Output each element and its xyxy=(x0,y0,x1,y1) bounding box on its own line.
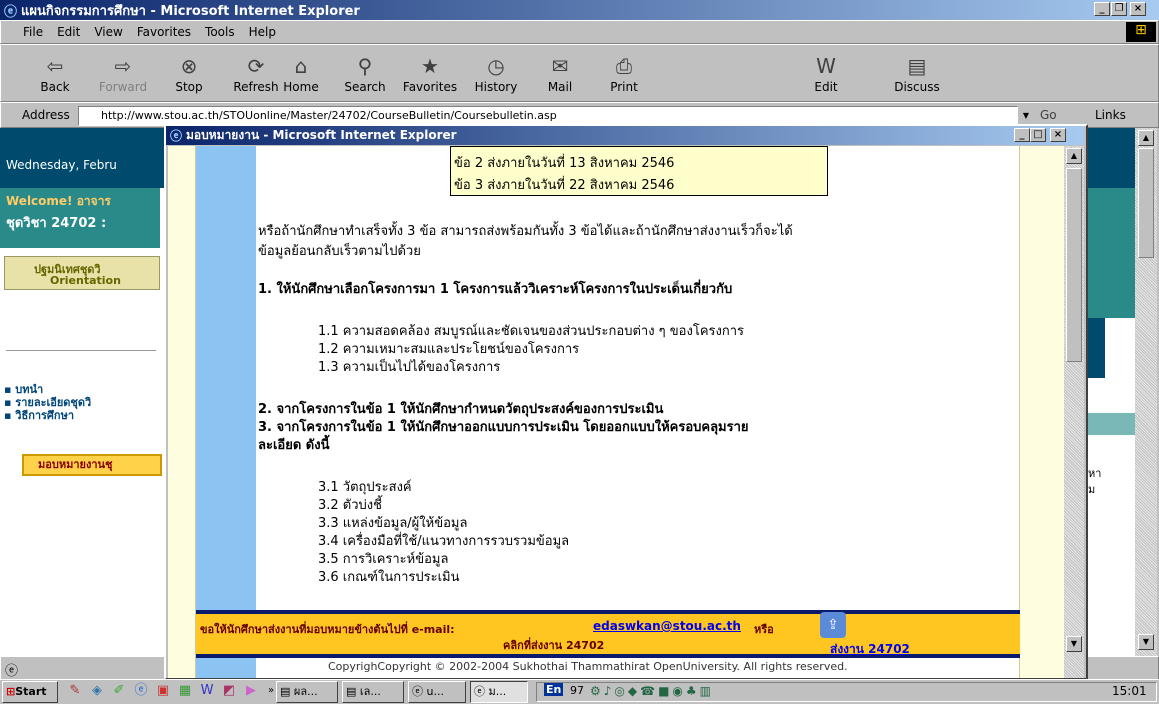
banner-text-1: ขอให้นักศึกษาส่งงานที่มอบหมายข้างต้นไปที… xyxy=(200,623,455,636)
tray-icons[interactable]: ⚙♪◎◆☎■◉♣▥ xyxy=(590,684,714,698)
bg-right-text-2: ม xyxy=(1088,483,1096,496)
main-scroll-up[interactable]: ▲ xyxy=(1138,130,1154,146)
tray-number: 97 xyxy=(570,684,584,697)
stop-button[interactable]: ⊗ Stop xyxy=(159,54,219,94)
q1-item-3: 1.3 ความเป็นไปได้ของโครงการ xyxy=(318,360,501,375)
search-icon: ⚲ xyxy=(357,54,373,78)
bg-orientation-en: Orientation xyxy=(50,274,121,287)
quicklaunch-icon-2[interactable]: ◈ xyxy=(88,682,106,700)
banner-text-2: หรือ xyxy=(754,623,774,636)
home-icon: ⌂ xyxy=(294,54,308,78)
windows-flag-icon: ⊞ xyxy=(6,685,16,698)
address-dropdown-icon[interactable]: ▼ xyxy=(1018,106,1034,126)
status-ie-icon: ⓔ xyxy=(5,664,19,679)
menu-file[interactable]: File xyxy=(23,21,43,43)
show-desktop-icon[interactable]: ✎ xyxy=(66,682,84,700)
favorites-button[interactable]: ★ Favorites xyxy=(400,54,460,94)
menu-view[interactable]: View xyxy=(94,21,122,43)
bg-date: Wednesday, Febru xyxy=(6,158,117,172)
printer-icon: ⎙ xyxy=(616,54,632,78)
home-button[interactable]: ⌂ Home xyxy=(273,54,329,94)
menu-help[interactable]: Help xyxy=(249,21,276,43)
media-icon[interactable]: ▶ xyxy=(242,682,260,700)
main-title-bar: ⓔ แผนกิจกรรมการศึกษา - Microsoft Interne… xyxy=(0,0,1159,20)
para-line-2: ข้อมูลย้อนกลับเร็วตามไปด้วย xyxy=(258,244,421,259)
go-button[interactable]: Go xyxy=(1040,108,1057,122)
maximize-button[interactable]: ❐ xyxy=(1111,2,1127,16)
q3-item-6: 3.6 เกณฑ์ในการประเมิน xyxy=(318,570,460,585)
links-button[interactable]: Links xyxy=(1095,108,1126,122)
task-button-1[interactable]: ▤ ผล... xyxy=(276,681,338,703)
question-1: 1. ให้นักศึกษาเลือกโครงการมา 1 โครงการแล… xyxy=(258,282,733,297)
powerpoint-icon[interactable]: ▣ xyxy=(154,682,172,700)
close-button[interactable]: × xyxy=(1130,2,1146,16)
deadline-line-2: ข้อ 2 ส่งภายในวันที่ 13 สิงหาคม 2546 xyxy=(454,156,675,171)
para-line-1: หรือถ้านักศึกษาทำเสร็จทั้ง 3 ข้อ สามารถส… xyxy=(258,224,793,239)
send-work-icon[interactable]: ⇪ xyxy=(820,612,846,638)
ie-icon: ⓔ xyxy=(4,4,18,20)
popup-minimize-button[interactable]: _ xyxy=(1014,128,1030,142)
language-indicator[interactable]: En xyxy=(544,683,564,696)
popup-ie-icon: ⓔ xyxy=(170,129,183,143)
bg-assign-button[interactable]: มอบหมายงานชุ xyxy=(22,454,162,476)
edit-button[interactable]: W Edit xyxy=(796,54,856,94)
popup-close-button[interactable]: × xyxy=(1050,128,1066,142)
main-scroll-down[interactable]: ▼ xyxy=(1138,634,1154,650)
back-arrow-icon: ⇦ xyxy=(46,54,64,78)
menu-bar: File Edit View Favorites Tools Help xyxy=(0,20,1159,44)
bg-course: ชุดวิชา 24702 : xyxy=(6,216,107,231)
banner-text-3: คลิกที่ส่งงาน 24702 xyxy=(503,639,605,652)
bg-nav-method[interactable]: ▪ วิธีการศึกษา xyxy=(4,406,74,424)
question-3-line-1: 3. จากโครงการในข้อ 1 ให้นักศึกษาออกแบบกา… xyxy=(258,420,749,435)
forward-button[interactable]: ⇨ Forward xyxy=(93,54,153,94)
quicklaunch-icon-3[interactable]: ✐ xyxy=(110,682,128,700)
forward-arrow-icon: ⇨ xyxy=(114,54,132,78)
task-button-3[interactable]: ⓔ u... xyxy=(408,681,466,703)
favorites-icon: ★ xyxy=(421,54,439,78)
menu-favorites[interactable]: Favorites xyxy=(137,21,191,43)
minimize-button[interactable]: _ xyxy=(1094,2,1110,16)
task-button-4[interactable]: ⓔ ม... xyxy=(470,681,528,703)
back-button[interactable]: ⇦ Back xyxy=(25,54,85,94)
popup-scroll-up[interactable]: ▲ xyxy=(1066,148,1082,164)
address-label: Address xyxy=(22,108,70,122)
menu-edit[interactable]: Edit xyxy=(57,21,80,43)
send-work-link[interactable]: ส่งงาน 24702 xyxy=(830,640,910,659)
word-edit-icon: W xyxy=(816,54,836,78)
discuss-icon: ▤ xyxy=(907,54,927,78)
ie-quicklaunch-icon[interactable]: ⓔ xyxy=(132,682,150,700)
question-3-line-2: ละเอียด ดังนี้ xyxy=(258,438,330,453)
popup-scroll-down[interactable]: ▼ xyxy=(1066,636,1082,652)
menu-tools[interactable]: Tools xyxy=(205,21,235,43)
main-scroll-thumb[interactable] xyxy=(1138,148,1154,258)
stop-icon: ⊗ xyxy=(180,54,198,78)
copyright-text: CopyrighCopyright © 2002-2004 Sukhothai … xyxy=(328,660,848,673)
popup-title: มอบหมายงาน - Microsoft Internet Explorer xyxy=(186,128,457,142)
task-button-2[interactable]: ▤ เล... xyxy=(342,681,404,703)
popup-scroll-thumb[interactable] xyxy=(1066,168,1082,362)
deadline-line-3: ข้อ 3 ส่งภายในวันที่ 22 สิงหาคม 2546 xyxy=(454,178,675,193)
history-icon: ◷ xyxy=(487,54,505,78)
word-icon[interactable]: W xyxy=(198,682,216,700)
main-window-title: แผนกิจกรรมการศึกษา - Microsoft Internet … xyxy=(21,3,360,19)
mail-button[interactable]: ✉ Mail xyxy=(530,54,590,94)
popup-maximize-button[interactable]: □ xyxy=(1030,128,1046,142)
clock: 15:01 xyxy=(1112,684,1147,698)
excel-icon[interactable]: ▦ xyxy=(176,682,194,700)
mail-icon: ✉ xyxy=(551,54,569,78)
popup-content: ข้อ 2 ส่งภายในวันที่ 13 สิงหาคม 2546 ข้อ… xyxy=(168,146,1064,678)
access-icon[interactable]: ◩ xyxy=(220,682,238,700)
windows-logo-icon: ⊞ xyxy=(1126,22,1156,42)
search-button[interactable]: ⚲ Search xyxy=(335,54,395,94)
print-button[interactable]: ⎙ Print xyxy=(594,54,654,94)
popup-title-bar: ⓔ มอบหมายงาน - Microsoft Internet Explor… xyxy=(166,126,1084,145)
bg-welcome: Welcome! อาจาร xyxy=(6,194,111,208)
start-button[interactable]: ⊞Start xyxy=(2,681,58,703)
email-link[interactable]: edaswkan@stou.ac.th xyxy=(593,619,741,633)
history-button[interactable]: ◷ History xyxy=(466,54,526,94)
discuss-button[interactable]: ▤ Discuss xyxy=(887,54,947,94)
address-input[interactable]: http://www.stou.ac.th/STOUonline/Master/… xyxy=(78,106,1018,126)
